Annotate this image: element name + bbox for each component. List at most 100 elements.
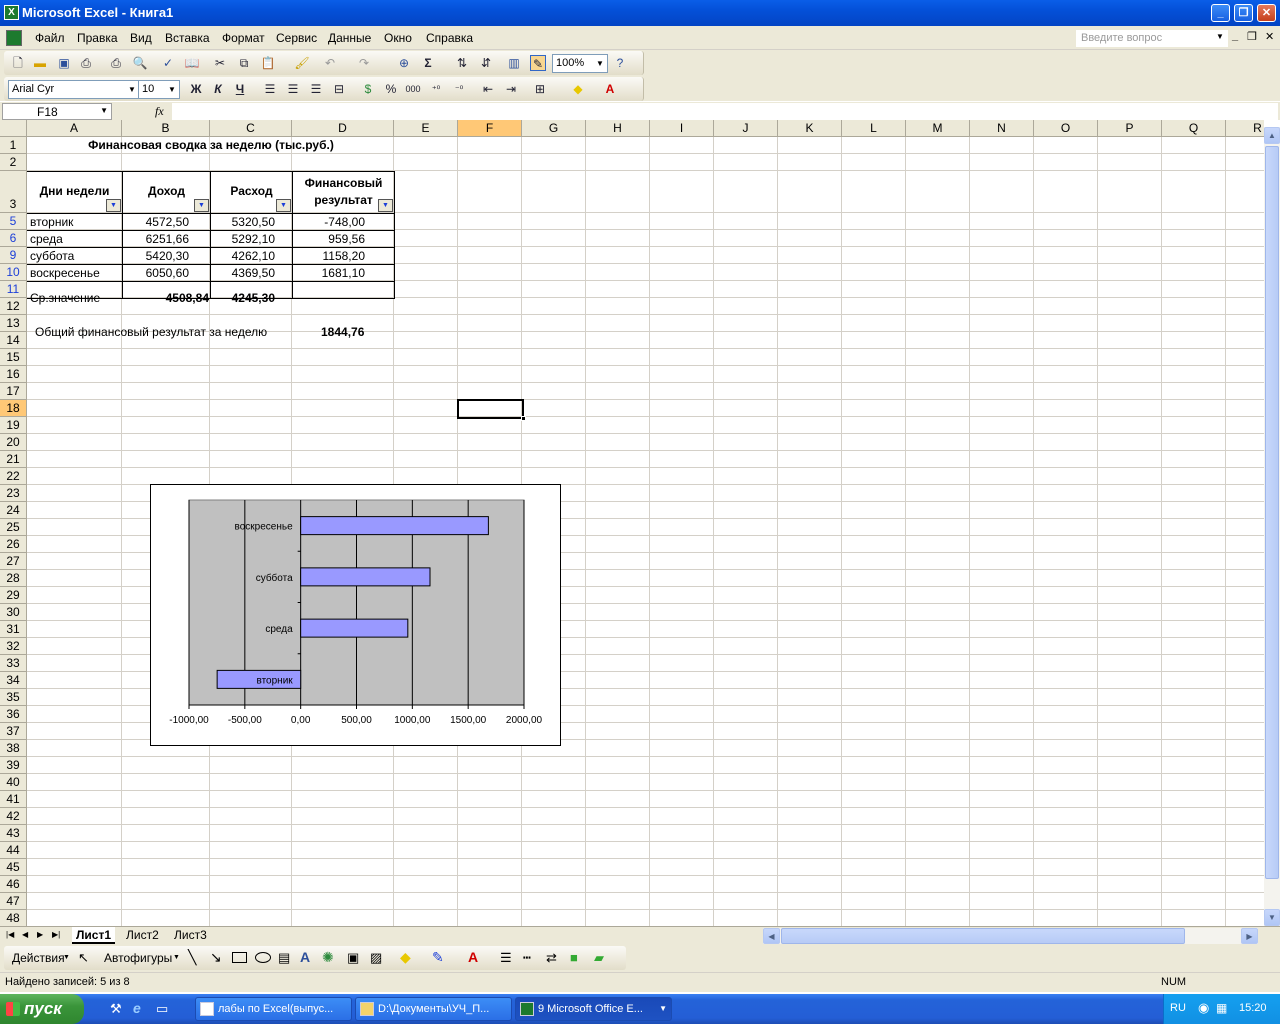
menu-help[interactable]: Справка — [426, 31, 473, 45]
quicklaunch-tools-icon[interactable]: ⚒ — [110, 1001, 122, 1017]
clipart-icon[interactable]: ▣ — [347, 950, 359, 966]
copy-icon[interactable]: ⧉ — [236, 55, 252, 71]
row-header-37[interactable]: 37 — [0, 723, 27, 740]
row-header-1[interactable]: 1 — [0, 137, 27, 154]
merge-center-icon[interactable]: ⊟ — [331, 81, 347, 97]
row-header-28[interactable]: 28 — [0, 570, 27, 587]
doc-close-icon[interactable]: ✕ — [1265, 30, 1274, 43]
horizontal-scroll-thumb[interactable] — [781, 928, 1185, 944]
increase-indent-icon[interactable]: ⇥ — [503, 81, 519, 97]
3d-style-icon[interactable]: ▰ — [594, 950, 604, 966]
row-header-40[interactable]: 40 — [0, 774, 27, 791]
help-icon[interactable]: ? — [612, 55, 628, 71]
line-color-icon[interactable]: ✎ — [432, 949, 444, 966]
tray-network-icon[interactable]: ◉ — [1198, 1000, 1209, 1016]
fill-color-icon[interactable]: ◆ — [570, 81, 586, 97]
row-header-9[interactable]: 9 — [0, 247, 27, 264]
align-left-icon[interactable]: ☰ — [262, 81, 278, 97]
scroll-down-icon[interactable]: ▼ — [1264, 909, 1280, 926]
align-right-icon[interactable]: ☰ — [308, 81, 324, 97]
font-dropdown-icon[interactable]: ▼ — [126, 82, 138, 97]
menu-edit[interactable]: Правка — [77, 31, 118, 45]
row-header-31[interactable]: 31 — [0, 621, 27, 638]
column-header-D[interactable]: D — [292, 120, 394, 137]
row-header-10[interactable]: 10 — [0, 264, 27, 281]
column-header-E[interactable]: E — [394, 120, 458, 137]
task-button-explorer[interactable]: D:\Документы\УЧ_П... — [355, 997, 512, 1021]
row-header-32[interactable]: 32 — [0, 638, 27, 655]
row-header-27[interactable]: 27 — [0, 553, 27, 570]
row-header-43[interactable]: 43 — [0, 825, 27, 842]
cut-icon[interactable]: ✂ — [212, 55, 228, 71]
row-header-19[interactable]: 19 — [0, 417, 27, 434]
menu-format[interactable]: Формат — [222, 31, 265, 45]
print-preview-icon[interactable]: 🔍 — [132, 55, 148, 71]
row-header-45[interactable]: 45 — [0, 859, 27, 876]
autofilter-income-icon[interactable]: ▼ — [194, 199, 209, 212]
actions-dropdown-icon[interactable]: ▼ — [63, 954, 70, 961]
row-header-47[interactable]: 47 — [0, 893, 27, 910]
tray-flag-icon[interactable]: ▦ — [1216, 1001, 1227, 1015]
dash-style-icon[interactable]: ┅ — [523, 950, 531, 966]
name-box[interactable]: F18 ▼ — [2, 103, 112, 120]
excel-app-icon[interactable]: X — [4, 5, 19, 20]
autoshapes-dropdown-icon[interactable]: ▼ — [173, 954, 180, 961]
vertical-scroll-thumb[interactable] — [1265, 146, 1279, 879]
last-sheet-icon[interactable]: ▶| — [52, 930, 60, 939]
research-icon[interactable]: 📖 — [184, 55, 200, 71]
name-box-dropdown-icon[interactable]: ▼ — [100, 106, 108, 115]
row-header-36[interactable]: 36 — [0, 706, 27, 723]
menu-data[interactable]: Данные — [328, 31, 371, 45]
rectangle-icon[interactable] — [232, 952, 247, 963]
column-header-N[interactable]: N — [970, 120, 1034, 137]
decrease-indent-icon[interactable]: ⇤ — [480, 81, 496, 97]
row-header-17[interactable]: 17 — [0, 383, 27, 400]
scroll-left-icon[interactable]: ◀ — [763, 928, 780, 944]
workbook-icon[interactable] — [6, 30, 22, 46]
font-combo[interactable]: Arial Cyr ▼ — [8, 80, 140, 99]
row-header-30[interactable]: 30 — [0, 604, 27, 621]
menu-window[interactable]: Окно — [384, 31, 412, 45]
scroll-up-icon[interactable]: ▲ — [1264, 127, 1280, 144]
row-header-38[interactable]: 38 — [0, 740, 27, 757]
font-color-icon[interactable]: A — [602, 81, 618, 97]
menu-tools[interactable]: Сервис — [276, 31, 317, 45]
bar-chart[interactable]: -1000,00 -500,00 0,00 500,00 1000,00 1500,00 2… — [150, 484, 561, 746]
row-header-23[interactable]: 23 — [0, 485, 27, 502]
row-header-46[interactable]: 46 — [0, 876, 27, 893]
percent-icon[interactable]: % — [383, 81, 399, 97]
row-header-44[interactable]: 44 — [0, 842, 27, 859]
worksheet-grid[interactable]: ABCDEFGHIJKLMNOPQR 1 2 3 5 6 9 10 11 12 13 14 15 16 1… — [0, 120, 1264, 926]
task-button-excel[interactable]: 9 Microsoft Office E... ▼ — [515, 997, 672, 1021]
row-header-29[interactable]: 29 — [0, 587, 27, 604]
menu-file[interactable]: Файл — [35, 31, 65, 45]
row-header-24[interactable]: 24 — [0, 502, 27, 519]
help-dropdown-icon[interactable]: ▼ — [1216, 32, 1224, 41]
print-icon[interactable]: ⎙ — [108, 55, 124, 71]
column-header-Q[interactable]: Q — [1162, 120, 1226, 137]
increase-decimal-icon[interactable]: ⁺⁰ — [428, 81, 444, 97]
restore-button[interactable]: ❐ — [1234, 4, 1253, 22]
column-header-J[interactable]: J — [714, 120, 778, 137]
row-header-3[interactable]: 3 — [0, 171, 27, 213]
row-header-34[interactable]: 34 — [0, 672, 27, 689]
column-header-F[interactable]: F — [458, 120, 522, 137]
sort-descending-icon[interactable]: ⇵ — [478, 55, 494, 71]
undo-icon[interactable]: ↶ — [322, 55, 338, 71]
active-cell-F18[interactable] — [457, 399, 526, 421]
vertical-scrollbar[interactable]: ▲ ▼ — [1264, 127, 1280, 927]
menu-insert[interactable]: Вставка — [165, 31, 210, 45]
row-header-48[interactable]: 48 — [0, 910, 27, 926]
doc-restore-icon[interactable]: ❐ — [1247, 30, 1257, 43]
row-header-11[interactable]: 11 — [0, 281, 27, 298]
tab-sheet3[interactable]: Лист3 — [170, 927, 211, 944]
language-indicator[interactable]: RU — [1170, 1002, 1186, 1014]
row-header-2[interactable]: 2 — [0, 154, 27, 171]
redo-icon[interactable]: ↷ — [356, 55, 372, 71]
align-center-icon[interactable]: ☰ — [285, 81, 301, 97]
bold-icon[interactable]: Ж — [188, 81, 204, 97]
save-icon[interactable]: ▣ — [56, 55, 72, 71]
prev-sheet-icon[interactable]: ◀ — [22, 930, 28, 939]
select-all-corner[interactable] — [0, 120, 27, 137]
column-header-B[interactable]: B — [122, 120, 210, 137]
